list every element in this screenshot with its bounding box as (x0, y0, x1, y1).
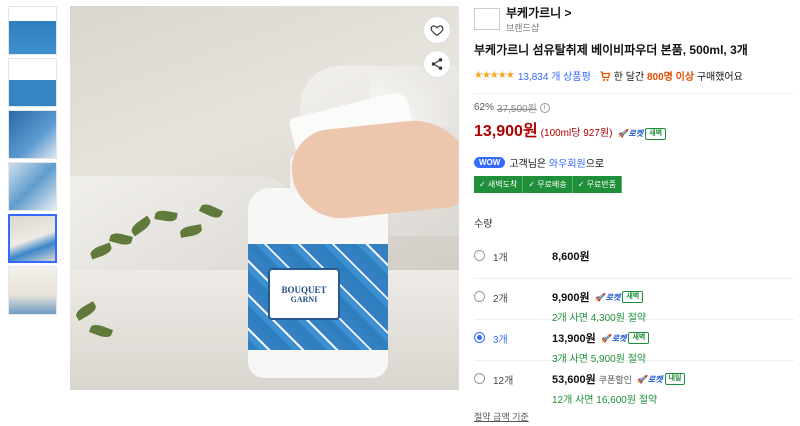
benefit-free-return: ✓ 무료반품 (572, 176, 623, 193)
rocket-delivery-badge: 🚀 로켓 새벽 (601, 332, 650, 344)
wow-prefix: 고객님은 (509, 159, 547, 170)
option-price: 8,600원 (552, 251, 590, 263)
benefit-free-shipping: ✓ 무료배송 (523, 176, 573, 193)
current-price: 13,900원 (474, 123, 538, 140)
option-3[interactable]: 3개 13,900원 🚀 로켓 새벽 3개 사면 5,900원 절약 (474, 320, 794, 365)
option-name: 1개 (493, 253, 508, 264)
option-2[interactable]: 2개 9,900원 🚀 로켓 새벽 2개 사면 4,300원 절약 (474, 279, 794, 324)
option-price: 9,900원 (552, 292, 590, 304)
bought-prefix: 한 달간 (613, 72, 645, 83)
original-price: 37,500원 (497, 104, 537, 115)
thumbnail-2[interactable] (8, 58, 57, 107)
option-radio[interactable] (474, 373, 485, 384)
rocket-label: 로켓 (647, 374, 663, 384)
rocket-icon: 🚀 (617, 129, 628, 138)
option-savings: 12개 사면 16,600원 절약 (552, 395, 658, 406)
option-radio[interactable] (474, 250, 485, 261)
discount-rate: 62% (474, 102, 495, 113)
rocket-label: 로켓 (628, 129, 644, 138)
seller-row[interactable]: 부케가르니 > 브랜드샵 (474, 4, 794, 34)
product-info-panel: 부케가르니 > 브랜드샵 부케가르니 섬유탈취제 베이비파우더 본품, 500m… (474, 0, 794, 406)
option-radio[interactable] (474, 291, 485, 302)
rating-row: ★★★★★ 13,834 개 상품평 한 달간 800명 이상 구매했어요 (474, 68, 794, 83)
unit-price: (100ml당 927원) (540, 128, 613, 139)
bottle-label: BOUQUET GARNI (268, 268, 340, 320)
dawn-badge: 새벽 (628, 332, 650, 344)
option-4[interactable]: 12개 53,600원 쿠폰할인 🚀 로켓 내일 12개 사면 16,600원 절약 (474, 361, 794, 406)
thumbnail-3[interactable] (8, 110, 57, 159)
rocket-icon: 🚀 (594, 292, 605, 302)
share-icon (431, 58, 443, 70)
review-count-link[interactable]: 13,834 개 상품평 (518, 68, 591, 83)
option-radio-selected[interactable] (474, 332, 485, 343)
benefit-badges: ✓ 새벽도착 ✓ 무료배송 ✓ 무료반품 (474, 176, 794, 193)
thumbnail-1[interactable] (8, 6, 57, 55)
wow-member-link[interactable]: 와우회원 (549, 159, 586, 170)
dawn-badge: 새벽 (622, 291, 644, 303)
thumbnail-6[interactable] (8, 266, 57, 315)
option-price: 53,600원 (552, 374, 596, 386)
dawn-badge: 새벽 (645, 127, 667, 140)
benefit-dawn-delivery: ✓ 새벽도착 (474, 176, 524, 193)
wow-row: WOW 고객님은 와우회원으로 (474, 155, 794, 170)
quantity-label: 수량 (474, 219, 493, 230)
price-row: 13,900원 (100ml당 927원) 🚀 로켓 새벽 (474, 117, 794, 141)
product-title: 부케가르니 섬유탈취제 베이비파우더 본품, 500ml, 3개 (474, 43, 748, 57)
option-name: 3개 (493, 335, 508, 346)
rocket-label: 로켓 (611, 333, 627, 343)
quantity-options: 1개 8,600원 2개 9,900원 🚀 로켓 새벽 2개 사면 4,300원 절… (474, 238, 794, 406)
rocket-label: 로켓 (605, 292, 621, 302)
seller-name: 부케가르니 (506, 6, 562, 20)
thumbnail-list (8, 6, 58, 318)
thumbnail-4[interactable] (8, 162, 57, 211)
wishlist-button[interactable] (423, 16, 451, 44)
thumbnail-5[interactable] (8, 214, 57, 263)
chevron-right-icon: > (564, 6, 572, 20)
coupon-label: 쿠폰할인 (598, 374, 632, 385)
share-button[interactable] (423, 50, 451, 78)
option-price: 13,900원 (552, 333, 596, 345)
rocket-delivery-badge: 🚀 로켓 내일 (637, 373, 686, 385)
wow-badge: WOW (474, 157, 506, 168)
rocket-delivery-badge: 🚀 로켓 새벽 (595, 291, 644, 303)
option-name: 12개 (493, 376, 514, 387)
tomorrow-badge: 내일 (664, 373, 686, 385)
option-savings: 2개 사면 4,300원 절약 (552, 313, 647, 324)
rocket-delivery-badge: 🚀 로켓 새벽 (617, 127, 667, 140)
option-name: 2개 (493, 294, 508, 305)
label-text-1: BOUQUET (281, 284, 327, 295)
seller-logo (474, 8, 500, 30)
heart-icon (430, 25, 444, 36)
label-text-2: GARNI (290, 294, 318, 304)
option-1[interactable]: 1개 8,600원 (474, 238, 794, 279)
main-product-image: BOUQUET GARNI (70, 6, 459, 390)
seller-subtitle: 브랜드샵 (506, 23, 540, 33)
bought-count: 800명 이상 (646, 72, 695, 83)
wow-suffix: 으로 (585, 159, 605, 170)
cart-icon (600, 70, 611, 81)
rocket-icon: 🚀 (600, 333, 611, 343)
savings-criteria-link[interactable]: 절약 금액 기준 (474, 410, 529, 423)
divider (474, 93, 794, 94)
option-savings: 3개 사면 5,900원 절약 (552, 354, 647, 365)
discount-row: 62% 37,500원 i (474, 100, 794, 115)
bought-suffix: 구매했어요 (696, 72, 743, 83)
star-rating: ★★★★★ (474, 70, 515, 81)
rocket-icon: 🚀 (636, 374, 647, 384)
info-icon[interactable]: i (539, 102, 550, 113)
